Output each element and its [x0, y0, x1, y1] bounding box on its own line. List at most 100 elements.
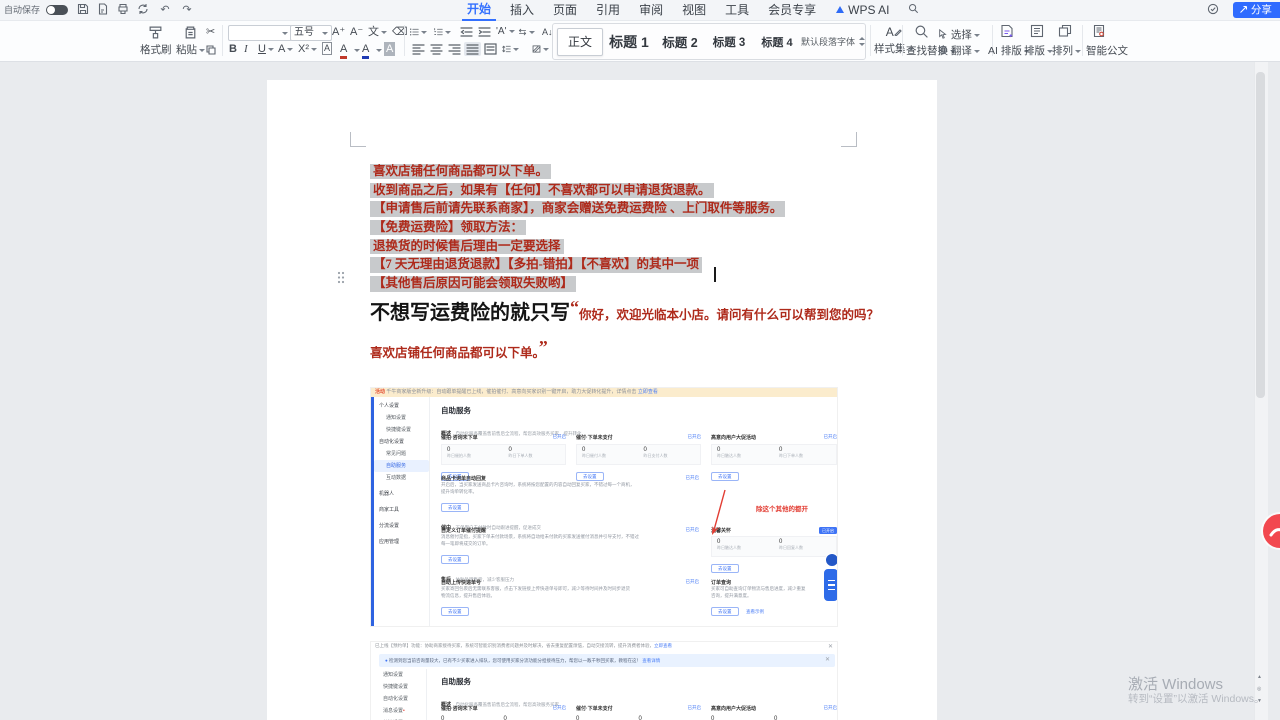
translate-button[interactable]: 翻译: [938, 43, 980, 58]
select-button[interactable]: 选择: [938, 27, 980, 42]
bold-icon[interactable]: B: [229, 42, 237, 56]
undo-icon[interactable]: ↶: [158, 3, 172, 17]
superscript-icon[interactable]: X²: [298, 42, 317, 56]
bullet-list-icon[interactable]: [410, 25, 427, 39]
document-canvas[interactable]: 喜欢店铺任何商品都可以下单。 收到商品之后，如果有【任何】不喜欢都可以申请退货退…: [0, 62, 1254, 720]
floating-widget[interactable]: [824, 553, 838, 601]
smart-doc-button[interactable]: 智能公文: [1086, 43, 1128, 58]
format-painter-button[interactable]: 格式刷: [140, 25, 172, 57]
align-center-icon[interactable]: [428, 42, 445, 56]
doc-line[interactable]: 【7 天无理由退货退款】【多拍-错拍】【不喜欢】的其中一项: [370, 257, 702, 272]
heading-text[interactable]: 不想写运费险的就只写: [370, 302, 570, 324]
tab-reference[interactable]: 引用: [591, 0, 625, 20]
close-icon[interactable]: ✕: [828, 643, 833, 650]
view-example-link[interactable]: 查看示例: [746, 609, 764, 614]
italic-icon[interactable]: I: [244, 42, 248, 56]
sidebar-item-personal[interactable]: 个人设置: [374, 400, 429, 412]
save-icon[interactable]: [76, 3, 90, 17]
justify-icon[interactable]: [464, 42, 481, 56]
doc-line[interactable]: 喜欢店铺任何商品都可以下单。: [370, 164, 551, 179]
char-border-icon[interactable]: A: [322, 42, 332, 55]
gallery-scroll-buttons[interactable]: [857, 37, 865, 46]
copy-icon[interactable]: [205, 43, 217, 61]
sidebar-item-notify[interactable]: 通知设置: [374, 412, 429, 424]
banner-detail-link[interactable]: 查看详情: [642, 658, 660, 663]
underline-icon[interactable]: U: [258, 42, 274, 56]
style-heading1[interactable]: 标题 1: [603, 32, 655, 52]
paragraph-drag-handle[interactable]: [337, 271, 345, 289]
tab-review[interactable]: 审阅: [634, 0, 668, 20]
arrange-button[interactable]: 排列: [1052, 43, 1081, 58]
status-link[interactable]: 已开启: [824, 434, 838, 441]
embedded-screenshot-1[interactable]: 活动 千牛商家版全新升级：自动跟单提醒已上线，催拍催付、高意向买家识别一键开启，…: [370, 387, 838, 627]
setup-button[interactable]: 去设置: [711, 472, 739, 481]
decrease-indent-icon[interactable]: [458, 25, 475, 39]
quote-line2[interactable]: 喜欢店铺任何商品都可以下单。: [370, 346, 539, 360]
autosave-toggle[interactable]: [46, 5, 68, 15]
setup-button[interactable]: 去设置: [441, 607, 469, 616]
notice-link[interactable]: 立即查看: [654, 643, 672, 648]
align-right-icon[interactable]: [446, 42, 463, 56]
doc-line[interactable]: 【其他售后原因可能会领取失败哟】: [370, 276, 576, 291]
sidebar-item-interaction[interactable]: 互动数据: [374, 472, 429, 484]
status-link[interactable]: 已开启: [686, 475, 700, 482]
decrease-font-icon[interactable]: A⁻: [350, 25, 363, 39]
doc-line[interactable]: 【申请售后前请先联系商家】，商家会赠送免费运费险 、上门取件等服务。: [370, 201, 785, 216]
sidebar-item-faq[interactable]: 常见问题: [374, 448, 429, 460]
sidebar-item-apps[interactable]: 应用管理: [374, 536, 429, 548]
sidebar-item-automation[interactable]: 自动化设置: [374, 436, 429, 448]
shading-icon[interactable]: [532, 42, 549, 56]
print-icon[interactable]: [116, 3, 130, 17]
tab-view[interactable]: 视图: [677, 0, 711, 20]
export-pdf-icon[interactable]: [96, 3, 110, 17]
layout-button[interactable]: 排版: [1024, 43, 1053, 58]
tab-member[interactable]: 会员专享: [763, 0, 821, 20]
sort-icon[interactable]: A↓: [542, 25, 553, 39]
status-badge[interactable]: 已开启: [819, 527, 837, 534]
heading-line[interactable]: 不想写运费险的就只写“你好，欢迎光临本小店。请问有什么可以帮到您的吗？: [370, 296, 879, 325]
numbered-list-icon[interactable]: [434, 25, 451, 39]
share-button[interactable]: 分享: [1233, 2, 1280, 18]
char-shading-icon[interactable]: A: [384, 42, 395, 56]
status-link[interactable]: 已开启: [553, 705, 567, 712]
paste-button[interactable]: 粘贴: [176, 25, 205, 57]
sidebar-item-selfservice[interactable]: 自助服务: [374, 460, 429, 472]
doc-line[interactable]: 【免费运费险】领取方法：: [370, 220, 526, 235]
setup-button[interactable]: 去设置: [441, 555, 469, 564]
increase-indent-icon[interactable]: [476, 25, 493, 39]
floating-red-button[interactable]: [1263, 514, 1280, 548]
status-link[interactable]: 已开启: [824, 705, 838, 712]
sidebar-item-tools[interactable]: 商家工具: [374, 504, 429, 516]
status-link[interactable]: 已开启: [686, 579, 700, 586]
cut-icon[interactable]: ✂: [206, 25, 215, 39]
find-icon[interactable]: [914, 24, 929, 44]
tab-tools[interactable]: 工具: [720, 0, 754, 20]
selected-text-block[interactable]: 喜欢店铺任何商品都可以下单。 收到商品之后，如果有【任何】不喜欢都可以申请退货退…: [370, 162, 785, 293]
promo-link[interactable]: 立即查看: [638, 389, 658, 395]
tab-insert[interactable]: 插入: [505, 0, 539, 20]
two-way-arrow-icon[interactable]: [518, 25, 535, 39]
tab-home[interactable]: 开始: [462, 0, 496, 21]
clear-format-icon[interactable]: ⌫: [392, 25, 408, 39]
text-effects-icon[interactable]: A: [278, 42, 293, 56]
style-heading4[interactable]: 标题 4: [753, 34, 801, 50]
tab-wps-ai[interactable]: WPS AI: [830, 0, 894, 20]
banner-close-icon[interactable]: ✕: [825, 654, 830, 667]
doc-line[interactable]: 退换货的时候售后理由一定要选择: [370, 239, 564, 254]
search-icon[interactable]: [903, 0, 924, 20]
embedded-screenshot-2[interactable]: 已上线【预约单】功能：协助商家接待买家，系统可智能识别消费者问题并及时解决，省去…: [370, 641, 838, 720]
document-page[interactable]: 喜欢店铺任何商品都可以下单。 收到商品之后，如果有【任何】不喜欢都可以申请退货退…: [267, 80, 937, 720]
char-scale-icon[interactable]: 'A': [496, 25, 515, 39]
line-spacing-icon[interactable]: [502, 42, 519, 56]
setup-button[interactable]: 去设置: [441, 503, 469, 512]
style-default-font[interactable]: 默认段落字体: [801, 35, 855, 48]
status-link[interactable]: 已开启: [553, 434, 567, 441]
status-link[interactable]: 已开启: [688, 705, 702, 712]
doc-line[interactable]: 收到商品之后，如果有【任何】不喜欢都可以申请退货退款。: [370, 183, 714, 198]
distribute-icon[interactable]: [482, 42, 499, 56]
setup-button[interactable]: 去设置: [711, 607, 739, 616]
style-heading3[interactable]: 标题 3: [705, 34, 753, 50]
phonetic-guide-icon[interactable]: 文: [368, 25, 387, 39]
font-family-combo[interactable]: [228, 25, 292, 41]
scroll-prev-page-icon[interactable]: ▲: [1257, 674, 1262, 680]
